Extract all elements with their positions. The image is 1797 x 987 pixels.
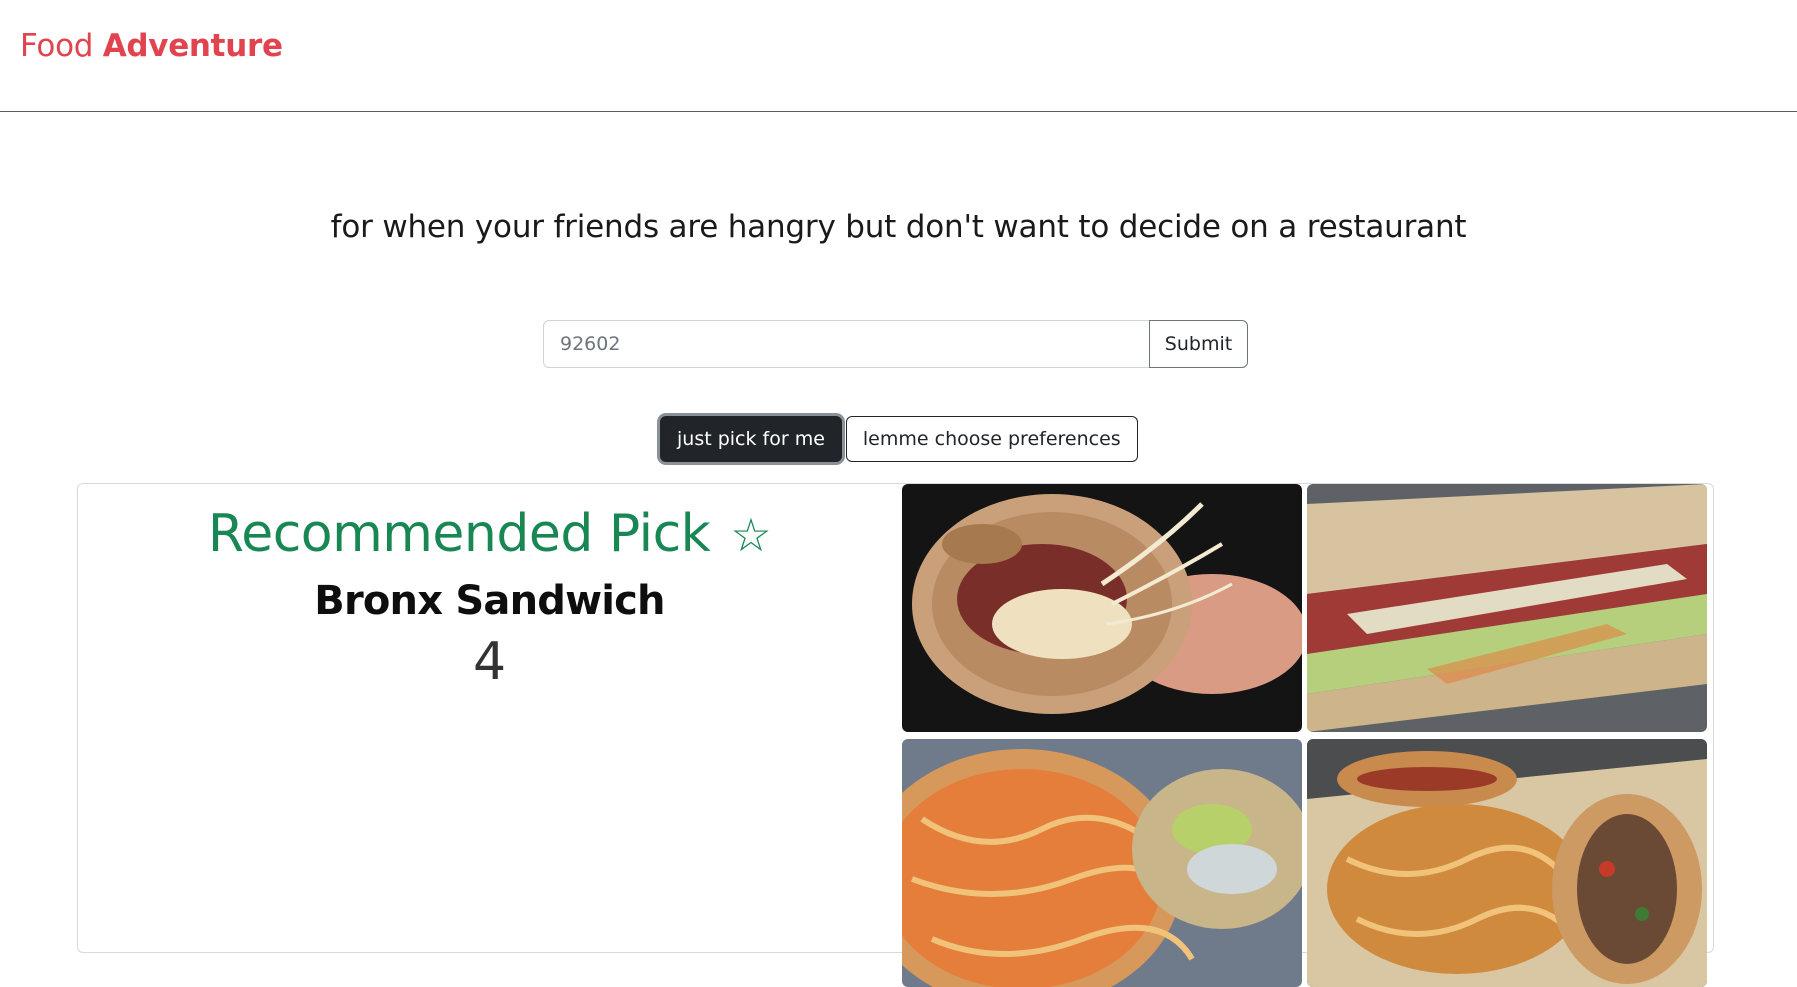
- restaurant-name: Bronx Sandwich: [314, 578, 665, 624]
- brand-logo[interactable]: Food Adventure: [20, 28, 283, 64]
- restaurant-photo-2[interactable]: [1307, 484, 1707, 732]
- restaurant-rating: 4: [472, 632, 507, 692]
- restaurant-photo-grid: [902, 484, 1710, 987]
- zip-search-form: Submit: [543, 320, 1248, 368]
- recommendation-card: Recommended Pick ☆ Bronx Sandwich 4: [77, 483, 1714, 987]
- star-icon: ☆: [730, 508, 772, 562]
- recommended-pick-heading: Recommended Pick ☆: [78, 504, 901, 564]
- sandwich-photo-icon: [902, 739, 1302, 987]
- submit-button[interactable]: Submit: [1149, 320, 1248, 368]
- navbar: Food Adventure: [0, 0, 1797, 112]
- sandwich-photo-icon: [1307, 484, 1707, 732]
- brand-text-adventure: Adventure: [102, 28, 283, 64]
- just-pick-button[interactable]: just pick for me: [660, 416, 842, 462]
- restaurant-photo-4[interactable]: [1307, 739, 1707, 987]
- restaurant-photo-3[interactable]: [902, 739, 1302, 987]
- recommendation-info: Recommended Pick ☆ Bronx Sandwich 4: [78, 484, 901, 692]
- restaurant-photo-1[interactable]: [902, 484, 1302, 732]
- recommended-pick-label: Recommended Pick: [207, 504, 711, 564]
- zip-code-input[interactable]: [543, 320, 1150, 368]
- sandwich-photo-icon: [902, 484, 1302, 732]
- brand-text-food: Food: [20, 28, 94, 64]
- choose-preferences-button[interactable]: lemme choose preferences: [845, 416, 1138, 462]
- tagline: for when your friends are hangry but don…: [330, 209, 1467, 245]
- mode-button-group: just pick for me lemme choose preference…: [660, 416, 1138, 462]
- sandwich-photo-icon: [1307, 739, 1707, 987]
